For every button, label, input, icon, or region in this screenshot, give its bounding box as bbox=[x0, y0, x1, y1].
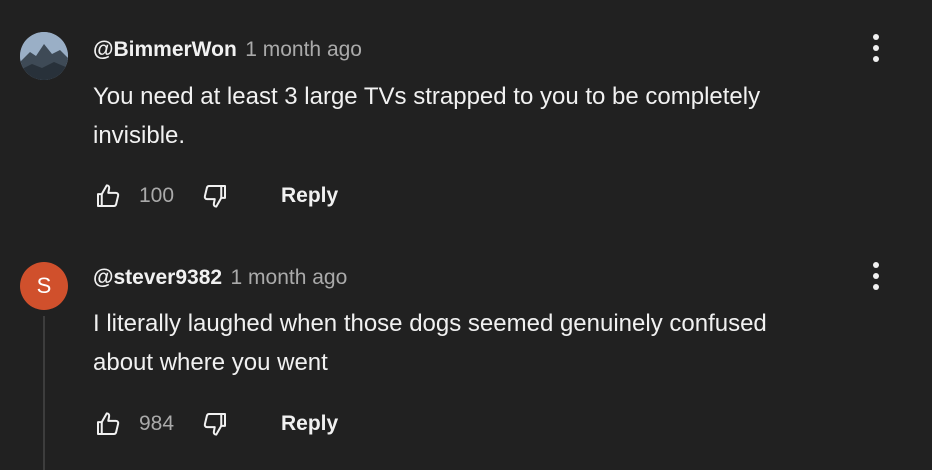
avatar[interactable]: S bbox=[20, 262, 68, 310]
thumbs-up-icon bbox=[97, 184, 120, 207]
comment-actions: 100 Reply bbox=[92, 179, 338, 213]
comment-header: @BimmerWon 1 month ago bbox=[93, 36, 362, 66]
more-actions-button[interactable] bbox=[866, 28, 886, 68]
thumbs-down-icon bbox=[203, 413, 226, 436]
comment-text: I literally laughed when those dogs seem… bbox=[93, 304, 893, 382]
comment-text-line: about where you went bbox=[93, 349, 328, 376]
dislike-button[interactable] bbox=[199, 180, 231, 212]
comment-timestamp[interactable]: 1 month ago bbox=[231, 266, 348, 289]
more-vertical-icon bbox=[873, 262, 879, 268]
reply-button[interactable]: Reply bbox=[281, 184, 338, 208]
reply-button[interactable]: Reply bbox=[281, 412, 338, 436]
comment-text-line: I literally laughed when those dogs seem… bbox=[93, 310, 767, 337]
comment: S @stever9382 1 month ago I literally la… bbox=[0, 235, 932, 470]
more-vertical-icon bbox=[873, 34, 879, 40]
reply-thread-line[interactable] bbox=[43, 316, 45, 470]
author-name[interactable]: @BimmerWon bbox=[93, 38, 237, 61]
comment: @BimmerWon 1 month ago You need at least… bbox=[0, 0, 932, 235]
comment-header: @stever9382 1 month ago bbox=[93, 264, 347, 294]
thumbs-down-icon bbox=[203, 185, 226, 208]
thumbs-up-icon bbox=[97, 412, 120, 435]
more-actions-button[interactable] bbox=[866, 256, 886, 296]
like-button[interactable] bbox=[92, 408, 124, 440]
comment-timestamp[interactable]: 1 month ago bbox=[245, 38, 362, 61]
like-count: 984 bbox=[139, 412, 175, 435]
comment-text-line: invisible. bbox=[93, 122, 186, 149]
like-button[interactable] bbox=[92, 180, 124, 212]
author-name[interactable]: @stever9382 bbox=[93, 266, 222, 289]
comment-actions: 984 Reply bbox=[92, 407, 338, 441]
avatar-letter: S bbox=[36, 273, 52, 298]
like-count: 100 bbox=[139, 184, 175, 207]
comment-text: You need at least 3 large TVs strapped t… bbox=[93, 77, 893, 155]
dislike-button[interactable] bbox=[199, 408, 231, 440]
avatar-landscape-image bbox=[20, 32, 68, 80]
avatar[interactable] bbox=[20, 32, 68, 80]
comment-text-line: You need at least 3 large TVs strapped t… bbox=[93, 83, 761, 110]
